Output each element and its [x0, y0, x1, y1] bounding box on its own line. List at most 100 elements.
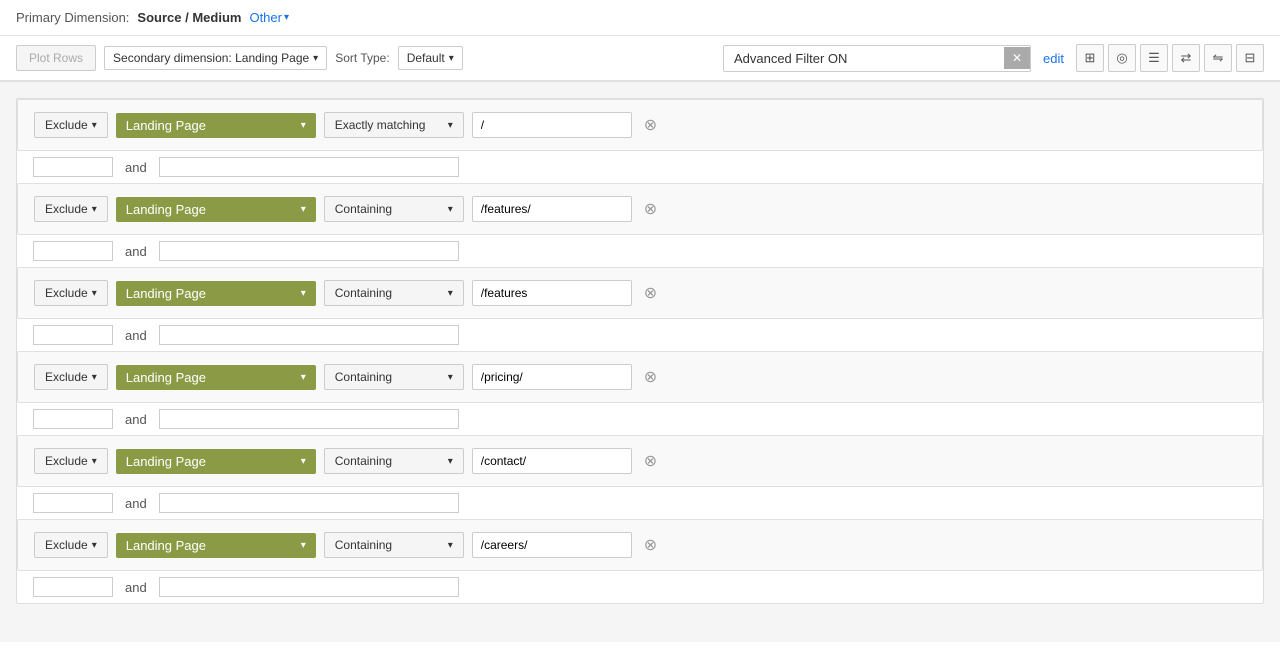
remove-filter-button[interactable]: ⊗ [640, 367, 661, 387]
dimension-chevron-icon: ▾ [301, 372, 306, 383]
remove-filter-button[interactable]: ⊗ [640, 451, 661, 471]
filter-row-block: Exclude▾Landing Page▾Containing▾⊗ [17, 267, 1263, 319]
exclude-button[interactable]: Exclude ▾ [34, 112, 108, 138]
exclude-label: Exclude [45, 370, 88, 384]
and-value-input [159, 577, 459, 597]
view-icon-pie[interactable]: ◎ [1108, 44, 1136, 72]
filter-section: Exclude▾Landing Page▾Exactly matching▾⊗a… [16, 98, 1264, 604]
and-value-input [159, 157, 459, 177]
exclude-chevron-icon: ▾ [92, 120, 97, 131]
dimension-label: Landing Page [126, 286, 206, 301]
match-type-button[interactable]: Containing▾ [324, 448, 464, 474]
advanced-filter-input[interactable] [724, 46, 1004, 71]
view-icon-compare1[interactable]: ⇄ [1172, 44, 1200, 72]
view-icon-grid[interactable]: ⊞ [1076, 44, 1104, 72]
filter-clear-button[interactable]: ✕ [1004, 47, 1030, 69]
remove-filter-button[interactable]: ⊗ [640, 535, 661, 555]
main-content: Exclude▾Landing Page▾Exactly matching▾⊗a… [0, 82, 1280, 642]
view-icon-pivot[interactable]: ⊟ [1236, 44, 1264, 72]
match-type-chevron-icon: ▾ [448, 288, 453, 299]
exclude-chevron-icon: ▾ [92, 288, 97, 299]
remove-filter-button[interactable]: ⊗ [640, 283, 661, 303]
exclude-button[interactable]: Exclude ▾ [34, 280, 108, 306]
match-type-label: Containing [335, 202, 392, 216]
filter-row: Exclude▾ Landing Page▾ Containing▾ ⊗ [34, 448, 1246, 474]
and-connector: and [17, 403, 1263, 435]
close-icon: ⊗ [644, 367, 657, 387]
match-type-button[interactable]: Containing▾ [324, 532, 464, 558]
primary-dimension-label: Primary Dimension: [16, 10, 129, 25]
filter-row-block: Exclude ▾ Landing Page▾ Containing▾ ⊗ [17, 183, 1263, 235]
match-type-chevron-icon: ▾ [448, 372, 453, 383]
plot-rows-button[interactable]: Plot Rows [16, 45, 96, 71]
exclude-button[interactable]: Exclude▾ [34, 448, 108, 474]
filter-value-input[interactable] [472, 532, 632, 558]
filter-row: Exclude▾Landing Page▾Exactly matching▾⊗ [34, 112, 1246, 138]
dimension-button[interactable]: Landing Page▾ [116, 113, 316, 138]
edit-link[interactable]: edit [1043, 51, 1064, 66]
view-icon-list[interactable]: ☰ [1140, 44, 1168, 72]
remove-filter-button[interactable]: ⊗ [640, 199, 661, 219]
dimension-button[interactable]: Landing Page ▾ [116, 533, 316, 558]
exclude-label: Exclude [45, 202, 88, 216]
exclude-label: Exclude [45, 118, 88, 132]
filter-value-input[interactable] [472, 196, 632, 222]
and-label: and [125, 580, 147, 595]
exclude-chevron-icon: ▾ [92, 372, 97, 383]
dimension-chevron-icon: ▾ [301, 120, 306, 131]
exclude-chevron-icon: ▾ [92, 204, 97, 215]
and-input-box [33, 325, 113, 345]
filter-value-input[interactable] [472, 364, 632, 390]
filter-value-input[interactable] [472, 280, 632, 306]
and-label: and [125, 412, 147, 427]
exclude-button[interactable]: Exclude ▾ [34, 364, 108, 390]
dimension-label: Landing Page [126, 202, 206, 217]
filter-row: Exclude▾ Landing Page ▾ Containing▾ ⊗ [34, 532, 1246, 558]
filter-value-input[interactable] [472, 112, 632, 138]
secondary-dimension-label: Secondary dimension: Landing Page [113, 51, 309, 65]
and-connector: and [17, 571, 1263, 603]
sort-type-label: Sort Type: [335, 51, 389, 65]
dimension-label: Landing Page [126, 538, 206, 553]
and-label: and [125, 496, 147, 511]
match-type-label: Exactly matching [335, 118, 426, 132]
dimension-button[interactable]: Landing Page▾ [116, 281, 316, 306]
dimension-label: Landing Page [126, 454, 206, 469]
dimension-button[interactable]: Landing Page ▾ [116, 365, 316, 390]
filter-value-input[interactable] [472, 448, 632, 474]
view-icon-compare2[interactable]: ⇋ [1204, 44, 1232, 72]
and-connector: and [17, 235, 1263, 267]
other-link[interactable]: Other ▾ [249, 10, 289, 25]
match-type-button[interactable]: Containing▾ [324, 196, 464, 222]
other-chevron-icon: ▾ [284, 12, 289, 23]
and-connector: and [17, 151, 1263, 183]
exclude-label: Exclude [45, 538, 88, 552]
dimension-label: Landing Page [126, 370, 206, 385]
toolbar: Plot Rows Secondary dimension: Landing P… [0, 36, 1280, 82]
exclude-button[interactable]: Exclude ▾ [34, 196, 108, 222]
match-type-button[interactable]: Containing▾ [324, 364, 464, 390]
remove-filter-button[interactable]: ⊗ [640, 115, 661, 135]
and-value-input [159, 409, 459, 429]
exclude-button[interactable]: Exclude▾ [34, 532, 108, 558]
exclude-label: Exclude [45, 286, 88, 300]
filter-row: Exclude ▾ Landing Page▾ Containing▾ ⊗ [34, 196, 1246, 222]
dimension-button[interactable]: Landing Page▾ [116, 449, 316, 474]
sort-type-select[interactable]: Default ▾ [398, 46, 463, 70]
dimension-button[interactable]: Landing Page▾ [116, 197, 316, 222]
sort-type-value: Default [407, 51, 445, 65]
filter-row-block: Exclude▾ Landing Page▾ Containing▾ ⊗ [17, 435, 1263, 487]
and-connector: and [17, 487, 1263, 519]
sort-chevron-icon: ▾ [449, 53, 454, 64]
match-type-button[interactable]: Exactly matching▾ [324, 112, 464, 138]
match-type-button[interactable]: Containing▾ [324, 280, 464, 306]
exclude-label: Exclude [45, 454, 88, 468]
dimension-chevron-icon: ▾ [301, 540, 306, 551]
filter-row: Exclude▾Landing Page▾Containing▾⊗ [34, 364, 1246, 390]
and-value-input [159, 325, 459, 345]
filter-row-block: Exclude▾ Landing Page ▾ Containing▾ ⊗ [17, 519, 1263, 571]
and-label: and [125, 244, 147, 259]
close-icon: ⊗ [644, 283, 657, 303]
view-icons-group: ⊞ ◎ ☰ ⇄ ⇋ ⊟ [1076, 44, 1264, 72]
secondary-dimension-select[interactable]: Secondary dimension: Landing Page ▾ [104, 46, 327, 70]
